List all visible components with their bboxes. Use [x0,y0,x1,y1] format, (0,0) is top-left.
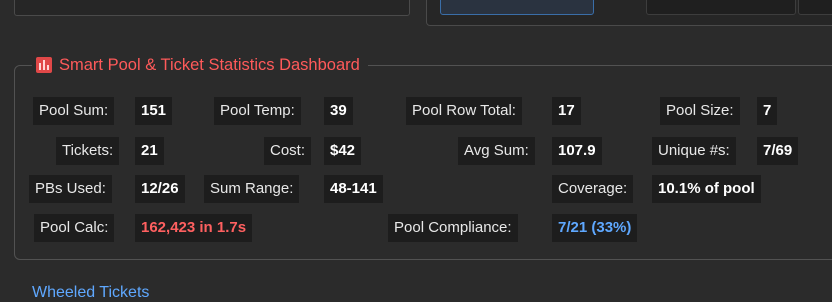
tickets-value: 21 [135,137,164,165]
pool-row-total-label: Pool Row Total: [406,97,522,125]
pool-size-label: Pool Size: [660,97,740,125]
toolbar-button[interactable] [646,0,796,15]
tickets-label: Tickets: [56,137,120,165]
cost-value: $42 [324,137,362,165]
unique-numbers-value: 7/69 [757,137,799,165]
stats-row: PBs Used: 12/26 Sum Range: 48-141 Covera… [0,175,832,203]
coverage-value: 10.1% of pool [652,175,761,203]
toolbar-button[interactable] [798,0,832,15]
pool-temp-value: 39 [324,97,353,125]
bar-chart-icon [36,57,52,73]
sum-range-value: 48-141 [324,175,383,203]
pool-calc-label: Pool Calc: [34,214,115,242]
pool-compliance-value: 7/21 (33%) [552,214,638,242]
cost-label: Cost: [264,137,312,165]
sum-range-label: Sum Range: [204,175,300,203]
stats-row: Pool Sum: 151 Pool Temp: 39 Pool Row Tot… [0,97,832,125]
pool-calc-value: 162,423 in 1.7s [135,214,253,242]
toolbar-button-primary[interactable] [440,0,594,15]
pbs-used-label: PBs Used: [29,175,112,203]
top-panel [14,0,410,16]
stats-groupbox-title: Smart Pool & Ticket Statistics Dashboard [32,53,368,77]
coverage-label: Coverage: [552,175,634,203]
avg-sum-value: 107.9 [552,137,602,165]
avg-sum-label: Avg Sum: [458,137,535,165]
pool-sum-value: 151 [135,97,173,125]
pool-sum-label: Pool Sum: [33,97,115,125]
stats-row: Pool Calc: 162,423 in 1.7s Pool Complian… [0,214,832,242]
pool-temp-label: Pool Temp: [214,97,301,125]
pbs-used-value: 12/26 [135,175,185,203]
unique-numbers-label: Unique #s: [652,137,736,165]
wheeled-tickets-section-title: Wheeled Tickets [32,284,150,301]
stats-row: Tickets: 21 Cost: $42 Avg Sum: 107.9 Uni… [0,137,832,165]
section-title: Smart Pool & Ticket Statistics Dashboard [59,55,360,74]
pool-compliance-label: Pool Compliance: [388,214,518,242]
pool-size-value: 7 [757,97,778,125]
pool-row-total-value: 17 [552,97,581,125]
